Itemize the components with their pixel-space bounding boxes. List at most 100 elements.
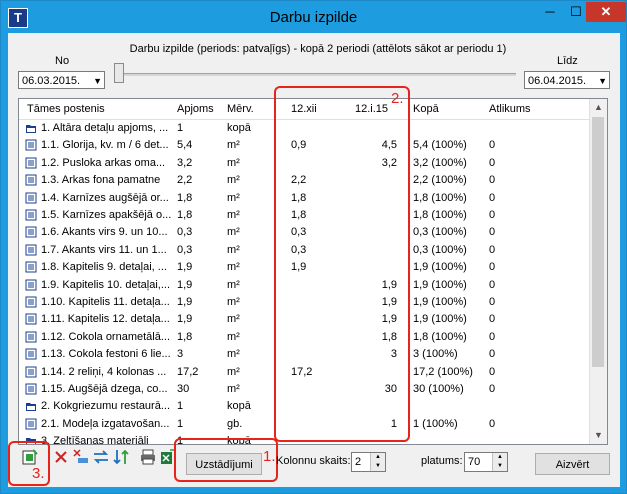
cell-kopa: 1,8 (100%) <box>413 191 467 204</box>
document-icon <box>25 296 37 308</box>
cell-kopa: 5,4 (100%) <box>413 139 467 152</box>
cell-merv: m² <box>227 261 240 274</box>
delete-column-icon[interactable] <box>72 448 90 466</box>
cell-name: 1.9. Kapitelis 10. detaļai,... <box>41 278 171 291</box>
cell-apjoms: 1 <box>177 400 184 413</box>
period-slider-thumb[interactable] <box>114 63 124 83</box>
column-width-stepper[interactable]: 70 ▲ ▼ <box>464 452 508 472</box>
cell-atl: 0 <box>489 209 496 221</box>
client-area: No Darbu izpilde (periods: patvaļīgs) - … <box>8 33 620 487</box>
columns-count-stepper[interactable]: 2 ▲ ▼ <box>351 452 386 472</box>
cell-apjoms: 1,8 <box>177 209 193 221</box>
cell-atl: 0 <box>489 278 496 291</box>
cell-kopa: 1,9 (100%) <box>413 296 467 308</box>
cell-atl: 0 <box>489 156 496 169</box>
cell-atl: 0 <box>489 261 496 274</box>
cell-kopa: 0,3 (100%) <box>413 243 467 256</box>
cell-apjoms: 30 <box>177 383 190 395</box>
header-unit[interactable]: Mērv. <box>227 103 254 115</box>
scroll-down-icon[interactable]: ▼ <box>590 427 607 444</box>
period-caption: Darbu izpilde (periods: patvaļīgs) - kop… <box>129 43 507 55</box>
cell-apjoms: 1,9 <box>177 261 193 274</box>
cell-merv: m² <box>227 313 240 326</box>
cell-apjoms: 1 <box>177 122 184 134</box>
document-icon <box>25 157 37 169</box>
cell-merv: m² <box>227 330 240 343</box>
from-label: No <box>55 55 70 67</box>
print-icon[interactable] <box>139 448 157 466</box>
cell-apjoms: 5,4 <box>177 139 193 152</box>
cell-apjoms: 3 <box>177 348 184 361</box>
cell-merv: m² <box>227 278 240 291</box>
document-icon <box>25 226 37 238</box>
to-label: Līdz <box>557 55 578 67</box>
to-date-value: 06.04.2015. <box>528 75 587 87</box>
cell-name: 1.1. Glorija, kv. m / 6 det... <box>41 139 169 152</box>
document-icon <box>25 209 37 221</box>
sort-icon[interactable] <box>112 448 130 466</box>
cell-merv: m² <box>227 209 240 221</box>
document-icon <box>25 331 37 343</box>
document-icon <box>25 174 37 186</box>
cell-merv: m² <box>227 191 240 204</box>
cell-apjoms: 1 <box>177 417 184 430</box>
cell-apjoms: 17,2 <box>177 365 199 378</box>
cell-kopa: 1 (100%) <box>413 417 458 430</box>
cell-name: 1.3. Arkas fona pamatne <box>41 174 161 187</box>
cell-merv: m² <box>227 365 240 378</box>
cell-kopa: 1,8 (100%) <box>413 209 467 221</box>
header-item[interactable]: Tāmes postenis <box>27 103 105 115</box>
scrollbar-thumb[interactable] <box>592 117 604 367</box>
stepper-arrows-icon[interactable]: ▲ ▼ <box>370 453 385 471</box>
cell-name: 1.14. 2 reliņi, 4 kolonas ... <box>41 365 167 378</box>
scroll-up-icon[interactable]: ▲ <box>590 99 607 116</box>
columns-count-label: Kolonnu skaits: <box>276 455 351 467</box>
period-columns-highlight <box>274 86 410 442</box>
chevron-down-icon: ▼ <box>93 76 102 86</box>
main-window: T Darbu izpilde ─ ☐ ✕ No Darbu izpilde (… <box>0 0 627 494</box>
cell-atl: 0 <box>489 191 496 204</box>
cell-merv: m² <box>227 383 240 395</box>
cell-kopa: 1,9 (100%) <box>413 261 467 274</box>
annotation-three: 3. <box>32 465 45 482</box>
cell-kopa: 1,9 (100%) <box>413 278 467 291</box>
period-slider-track[interactable] <box>116 73 516 76</box>
header-quantity[interactable]: Apjoms <box>177 103 214 115</box>
cell-kopa: 3 (100%) <box>413 348 458 361</box>
document-icon <box>25 139 37 151</box>
annotation-two: 2. <box>391 90 404 107</box>
vertical-scrollbar[interactable]: ▲ ▼ <box>589 99 607 444</box>
cell-kopa: 0,3 (100%) <box>413 226 467 239</box>
minimize-button[interactable]: ─ <box>537 2 563 22</box>
cell-apjoms: 3,2 <box>177 156 193 169</box>
header-total[interactable]: Kopā <box>413 103 439 115</box>
cell-merv: kopā <box>227 122 251 134</box>
cell-kopa: 1,8 (100%) <box>413 330 467 343</box>
close-window-button[interactable]: ✕ <box>586 2 626 22</box>
swap-horizontal-icon[interactable] <box>92 448 110 466</box>
cell-name: 1.11. Kapitelis 12. detaļa... <box>41 313 170 326</box>
cell-name: 2.1. Modeļa izgatavošan... <box>41 417 170 430</box>
cell-atl: 0 <box>489 383 496 395</box>
cell-merv: m² <box>227 174 240 187</box>
close-button[interactable]: Aizvērt <box>535 453 610 475</box>
delete-icon[interactable] <box>52 448 70 466</box>
cell-kopa: 30 (100%) <box>413 383 464 395</box>
title-bar[interactable]: T Darbu izpilde ─ ☐ ✕ <box>1 1 626 33</box>
stepper-arrows-icon[interactable]: ▲ ▼ <box>492 453 507 471</box>
cell-name: 1.12. Cokola ornametālā... <box>41 330 171 343</box>
cell-atl: 0 <box>489 313 496 326</box>
folder-icon <box>26 125 36 133</box>
from-date-dropdown[interactable]: 06.03.2015. ▼ <box>18 71 105 89</box>
cell-merv: m² <box>227 296 240 308</box>
header-remainder[interactable]: Atlikums <box>489 103 531 115</box>
document-icon <box>25 418 37 430</box>
cell-atl: 0 <box>489 139 496 152</box>
cell-atl: 0 <box>489 226 496 239</box>
width-label: platums: <box>421 455 463 467</box>
cell-atl: 0 <box>489 365 496 378</box>
cell-apjoms: 0,3 <box>177 243 193 256</box>
to-date-dropdown[interactable]: 06.04.2015. ▼ <box>524 71 610 89</box>
document-icon <box>25 313 37 325</box>
document-icon <box>25 383 37 395</box>
